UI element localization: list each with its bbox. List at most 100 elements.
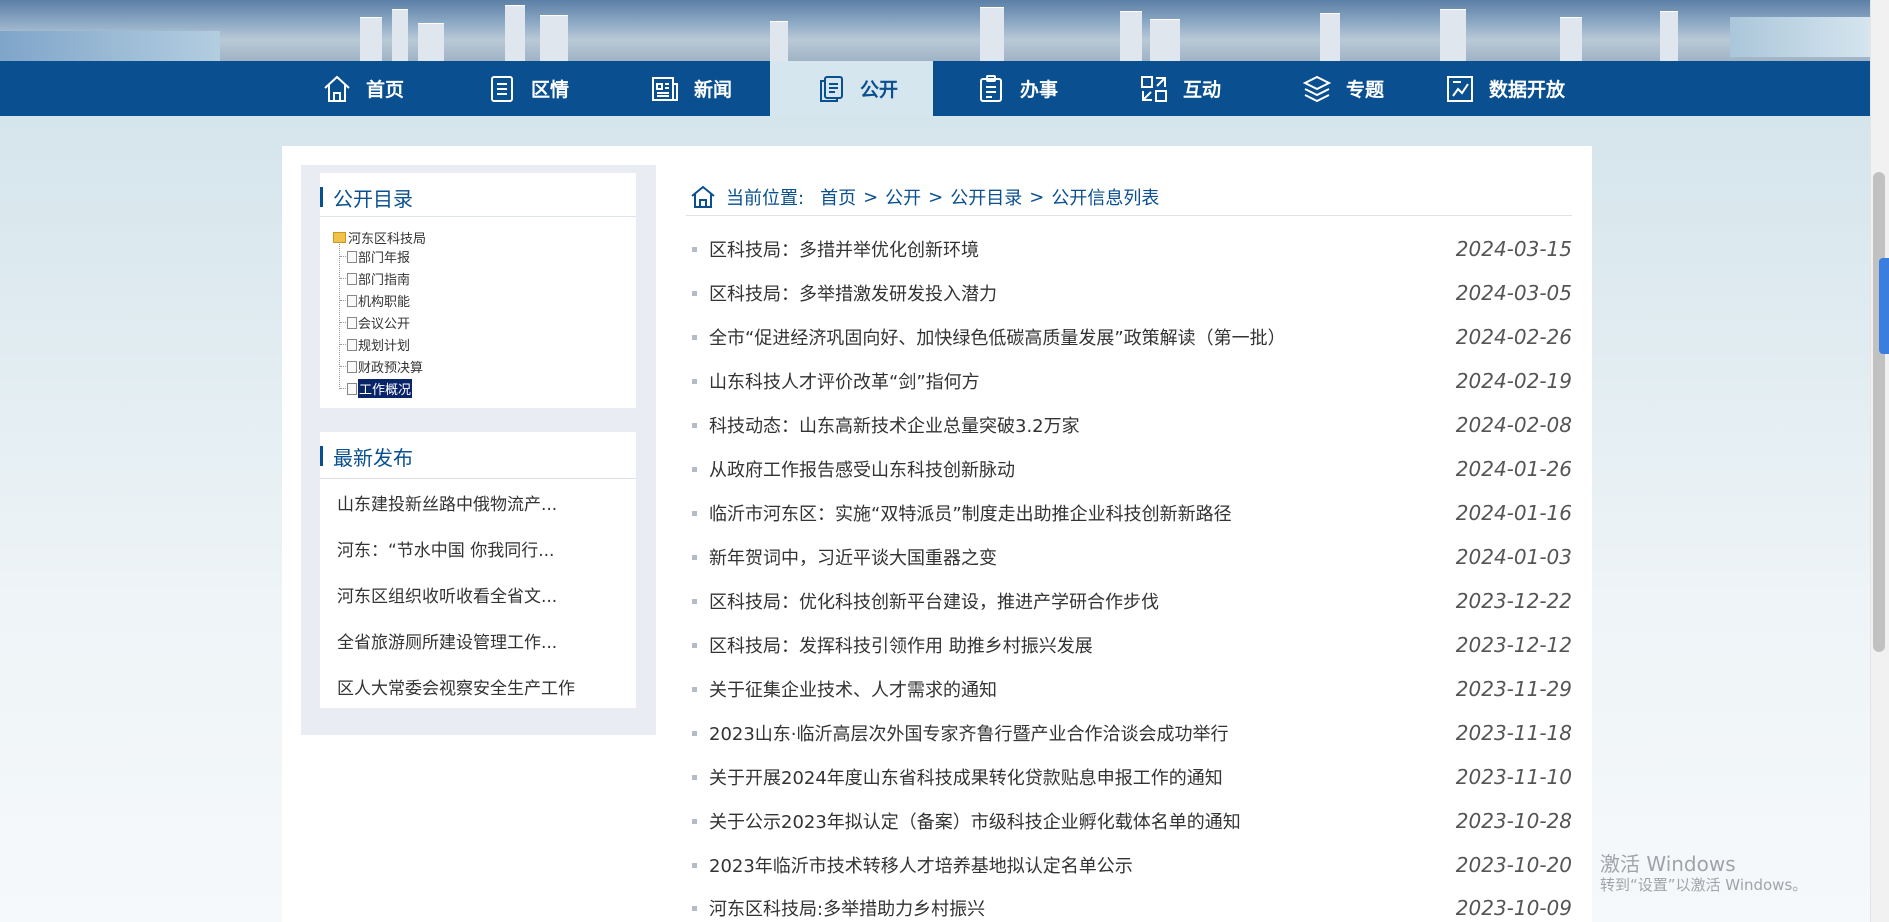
breadcrumb-open[interactable]: 公开	[885, 184, 921, 210]
tree-branch	[340, 366, 346, 367]
list-item: 关于开展2024年度山东省科技成果转化贷款贴息申报工作的通知 2023-11-10	[692, 762, 1572, 792]
list-item-title[interactable]: 关于公示2023年拟认定（备案）市级科技企业孵化载体名单的通知	[709, 808, 1456, 834]
list-item-title[interactable]: 区科技局：多举措激发研发投入潜力	[709, 280, 1456, 306]
breadcrumb-home[interactable]: 首页	[820, 184, 856, 210]
nav-item-label: 区情	[531, 79, 570, 101]
list-item-date: 2024-03-15	[1455, 237, 1572, 261]
list-item-title[interactable]: 全市“促进经济巩固向好、加快绿色低碳高质量发展”政策解读（第一批）	[709, 324, 1456, 350]
list-item-title[interactable]: 区科技局：多措并举优化创新环境	[709, 236, 1456, 262]
nav-item-label: 新闻	[694, 79, 733, 101]
tree-item[interactable]: 部门年报	[340, 247, 410, 266]
latest-item[interactable]: 区人大常委会视察安全生产工作	[337, 674, 575, 699]
bullet	[692, 686, 697, 692]
tree-branch	[340, 388, 346, 389]
tree-item-label: 会议公开	[358, 317, 411, 332]
nav-item-district[interactable]: 区情	[487, 61, 569, 116]
list-item-title[interactable]: 区科技局：发挥科技引领作用 助推乡村振兴发展	[709, 632, 1456, 658]
tree-item[interactable]: 部门指南	[340, 269, 410, 288]
home-icon	[691, 185, 715, 208]
tree-item[interactable]: 会议公开	[340, 313, 410, 332]
bullet	[692, 818, 697, 824]
bullet	[692, 290, 697, 296]
header-banner	[0, 0, 1870, 61]
list-item: 区科技局：优化科技创新平台建设，推进产学研合作步伐 2023-12-22	[692, 586, 1572, 616]
interaction-icon	[1141, 75, 1167, 102]
list-item: 区科技局：多措并举优化创新环境 2024-03-15	[692, 234, 1572, 264]
main-nav: 首页 区情 新闻 公开 办事 互动 专题 数据开放	[0, 61, 1870, 116]
list-item-title[interactable]: 区科技局：优化科技创新平台建设，推进产学研合作步伐	[709, 588, 1456, 614]
side-floating-tab[interactable]	[1879, 258, 1889, 354]
list-item-title[interactable]: 临沂市河东区：实施“双特派员”制度走出助推企业科技创新新路径	[709, 500, 1456, 526]
banner-building	[1560, 17, 1582, 61]
list-item-title[interactable]: 关于征集企业技术、人才需求的通知	[709, 676, 1456, 702]
bullet	[692, 598, 697, 604]
nav-item-open[interactable]: 公开	[770, 61, 933, 116]
breadcrumb-current[interactable]: 公开信息列表	[1051, 184, 1159, 210]
latest-item[interactable]: 河东：“节水中国 你我同行...	[337, 536, 554, 561]
list-item: 2023山东·临沂高层次外国专家齐鲁行暨产业合作洽谈会成功举行 2023-11-1…	[692, 718, 1572, 748]
document-icon	[347, 316, 357, 329]
bullet	[692, 422, 697, 428]
tree-item-selected[interactable]: 工作概况	[340, 379, 413, 398]
tree-root[interactable]: 河东区科技局	[333, 228, 426, 247]
nav-item-open-data[interactable]: 数据开放	[1445, 61, 1565, 116]
scrollbar-thumb[interactable]	[1873, 172, 1885, 652]
list-item-date: 2024-03-05	[1455, 281, 1572, 305]
list-item-date: 2023-11-10	[1455, 765, 1572, 789]
list-item-date: 2023-12-12	[1455, 633, 1572, 657]
tree-branch	[340, 322, 346, 323]
list-item-date: 2023-11-18	[1455, 721, 1572, 745]
banner-building	[392, 9, 408, 61]
home-icon	[324, 75, 350, 102]
bullet	[692, 554, 697, 560]
list-item-title[interactable]: 关于开展2024年度山东省科技成果转化贷款贴息申报工作的通知	[709, 764, 1456, 790]
activation-watermark-hint: 转到“设置”以激活 Windows。	[1600, 876, 1808, 894]
nav-item-topics[interactable]: 专题	[1302, 61, 1384, 116]
nav-item-services[interactable]: 办事	[976, 61, 1058, 116]
list-item-date: 2023-10-20	[1455, 853, 1572, 877]
list-item-date: 2024-01-16	[1455, 501, 1572, 525]
latest-item[interactable]: 山东建投新丝路中俄物流产...	[337, 490, 557, 515]
clipboard-icon	[980, 74, 1002, 102]
document-icon	[347, 360, 357, 373]
nav-item-label: 首页	[366, 79, 405, 101]
nav-item-interaction[interactable]: 互动	[1139, 61, 1221, 116]
breadcrumb-separator: >	[928, 186, 944, 208]
breadcrumb-separator: >	[1029, 186, 1045, 208]
catalog-title: 公开目录	[333, 186, 413, 211]
latest-header: 最新发布	[320, 432, 636, 480]
tree-item-label: 机构职能	[358, 295, 411, 310]
header-accent-bar	[320, 446, 323, 466]
banner-building	[360, 17, 382, 61]
list-item-date: 2024-01-26	[1455, 457, 1572, 481]
list-item-title[interactable]: 山东科技人才评价改革“剑”指何方	[709, 368, 1456, 394]
list-item-title[interactable]: 从政府工作报告感受山东科技创新脉动	[709, 456, 1456, 482]
catalog-header: 公开目录	[320, 173, 636, 221]
copy-document-icon	[820, 75, 843, 102]
list-item-title[interactable]: 科技动态：山东高新技术企业总量突破3.2万家	[709, 412, 1456, 438]
bullet	[692, 510, 697, 516]
bullet	[692, 334, 697, 340]
banner-building	[1120, 11, 1142, 61]
nav-item-home[interactable]: 首页	[322, 61, 404, 116]
tree-item[interactable]: 机构职能	[340, 291, 410, 310]
latest-item[interactable]: 全省旅游厕所建设管理工作...	[337, 628, 557, 653]
tree-item[interactable]: 规划计划	[340, 335, 410, 354]
list-item-date: 2023-11-29	[1455, 677, 1572, 701]
tree-item[interactable]: 财政预决算	[340, 357, 423, 376]
latest-item[interactable]: 河东区组织收听收看全省文...	[337, 582, 557, 607]
bullet	[692, 774, 697, 780]
document-icon	[347, 382, 357, 395]
list-item-date: 2024-02-26	[1455, 325, 1572, 349]
list-item-title[interactable]: 新年贺词中，习近平谈大国重器之变	[709, 544, 1456, 570]
list-item-title[interactable]: 2023山东·临沂高层次外国专家齐鲁行暨产业合作洽谈会成功举行	[709, 720, 1456, 746]
list-item-title[interactable]: 河东区科技局:多举措助力乡村振兴	[709, 895, 1456, 921]
newspaper-icon	[652, 76, 678, 101]
nav-item-label: 专题	[1346, 79, 1385, 101]
nav-item-news[interactable]: 新闻	[650, 61, 732, 116]
breadcrumb-catalog[interactable]: 公开目录	[950, 184, 1022, 210]
tree-item-label: 部门年报	[358, 251, 411, 266]
header-accent-bar	[320, 187, 323, 207]
list-item-date: 2023-10-28	[1455, 809, 1572, 833]
list-item-title[interactable]: 2023年临沂市技术转移人才培养基地拟认定名单公示	[709, 852, 1456, 878]
